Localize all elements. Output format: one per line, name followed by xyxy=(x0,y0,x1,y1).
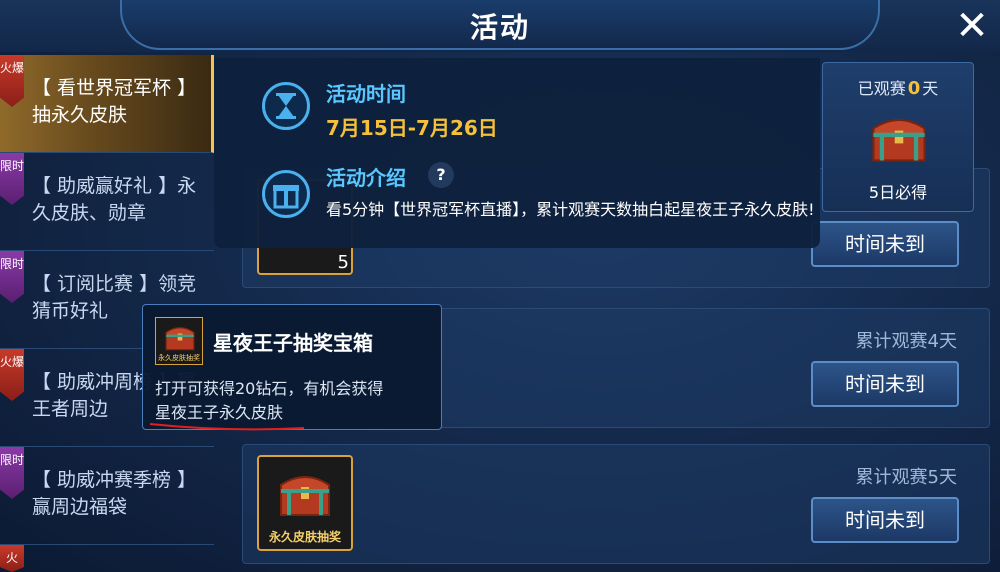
activity-info-panel: 活动时间 7月15日-7月26日 活动介绍 ? 看5分钟【世界冠军杯直播】，累计… xyxy=(214,58,820,248)
activity-intro-label: 活动介绍 xyxy=(326,166,406,190)
treasure-chest-icon xyxy=(280,476,330,516)
sidebar-item-label: 【 助威冲赛季榜 】赢周边福袋 xyxy=(32,469,197,518)
reward-caption: 永久皮肤抽奖 xyxy=(268,530,341,544)
activity-intro-text: 看5分钟【世界冠军杯直播】，累计观赛天数抽白起星夜王子永久皮肤! xyxy=(326,200,815,219)
watched-suffix: 天 xyxy=(922,79,939,98)
limited-badge: 限时 xyxy=(0,447,24,499)
hot-badge: 火爆 xyxy=(0,349,24,401)
time-not-reached-button[interactable]: 时间未到 xyxy=(811,361,959,407)
requirement-text: 累计观赛4天 xyxy=(855,331,957,352)
activity-date-range: 7月15日-7月26日 xyxy=(326,116,498,140)
time-not-reached-button[interactable]: 时间未到 xyxy=(811,497,959,543)
activity-time-label: 活动时间 xyxy=(326,82,406,106)
close-icon[interactable]: ✕ xyxy=(950,6,994,46)
chest-reward-icon[interactable]: 永久皮肤抽奖 xyxy=(257,455,353,551)
requirement-text: 累计观赛5天 xyxy=(855,467,957,488)
treasure-chest-icon xyxy=(872,118,926,162)
time-not-reached-button[interactable]: 时间未到 xyxy=(811,221,959,267)
help-icon[interactable]: ? xyxy=(428,162,454,188)
tooltip-icon-caption: 永久皮肤抽奖 xyxy=(158,354,200,362)
tooltip-chest-icon: 永久皮肤抽奖 xyxy=(155,317,203,365)
tooltip-desc-line1: 打开可获得20钻石，有机会获得 xyxy=(155,379,384,398)
sidebar-item-world-cup[interactable]: 火爆 【 看世界冠军杯 】抽永久皮肤 xyxy=(0,55,214,153)
tooltip-title: 星夜王子抽奖宝箱 xyxy=(213,331,373,355)
red-underline-mark xyxy=(149,423,305,431)
guarantee-text: 5日必得 xyxy=(868,183,928,202)
sidebar-item-season-rank[interactable]: 限时 【 助威冲赛季榜 】赢周边福袋 xyxy=(0,447,214,545)
gift-icon xyxy=(262,170,310,218)
page-title: 活动 xyxy=(469,11,530,44)
watched-days: 已观赛 0 天 xyxy=(823,75,973,99)
treasure-chest-icon xyxy=(165,327,195,351)
sidebar-item-label: 【 看世界冠军杯 】抽永久皮肤 xyxy=(32,77,197,126)
reward-tooltip: 永久皮肤抽奖 星夜王子抽奖宝箱 打开可获得20钻石，有机会获得 星夜王子永久皮肤 xyxy=(142,304,442,430)
limited-badge: 限时 xyxy=(0,251,24,303)
hourglass-icon xyxy=(262,82,310,130)
watched-days-count: 0 xyxy=(907,78,921,99)
limited-badge: 限时 xyxy=(0,153,24,205)
watched-prefix: 已观赛 xyxy=(857,79,906,98)
sidebar-item-label: 【 助威赢好礼 】永久皮肤、勋章 xyxy=(32,175,197,224)
sidebar-item-cheer-gift[interactable]: 限时 【 助威赢好礼 】永久皮肤、勋章 xyxy=(0,153,214,251)
reward-count: 5 xyxy=(337,252,349,273)
hot-badge: 火爆 xyxy=(0,55,24,107)
watch-progress-card: 已观赛 0 天 5日必得 xyxy=(822,62,974,212)
hot-badge: 火 xyxy=(0,545,24,572)
tooltip-description: 打开可获得20钻石，有机会获得 星夜王子永久皮肤 xyxy=(155,377,435,425)
sidebar-item-more[interactable]: 火 xyxy=(0,545,214,572)
reward-row: 累计观赛5天 永久皮肤抽奖 时间未到 xyxy=(242,444,990,564)
